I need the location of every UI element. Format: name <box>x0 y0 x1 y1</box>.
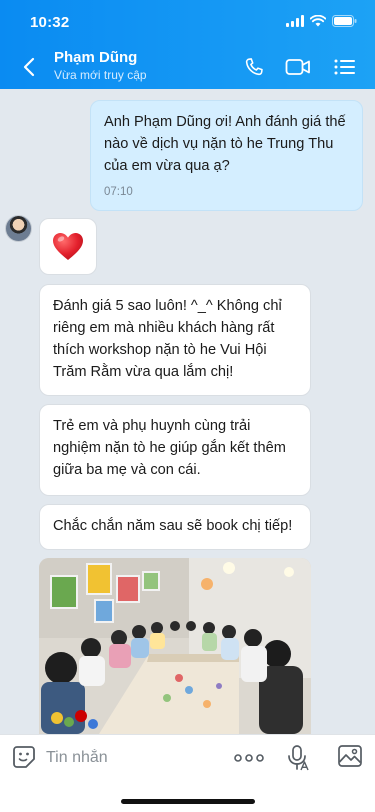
incoming-message[interactable]: Chắc chắn năm sau sẽ book chị tiếp! <box>39 504 311 550</box>
more-options-icon <box>234 754 264 762</box>
sticker-icon <box>13 746 35 768</box>
menu-button[interactable] <box>330 52 360 82</box>
contact-info[interactable]: Phạm Dũng Vừa mới truy cập <box>54 49 147 82</box>
heart-icon <box>53 233 83 260</box>
outgoing-message-text: Anh Phạm Dũng ơi! Anh đánh giá thế nào v… <box>104 114 346 174</box>
status-icons <box>286 15 357 27</box>
more-options-button[interactable] <box>233 746 265 770</box>
contact-status: Vừa mới truy cập <box>54 68 147 82</box>
message-composer <box>0 734 375 812</box>
image-gallery-button[interactable] <box>337 744 363 770</box>
back-arrow-icon <box>23 57 35 77</box>
video-call-button[interactable] <box>283 52 313 82</box>
wifi-icon <box>310 15 326 27</box>
incoming-message-text: Chắc chắn năm sau sẽ book chị tiếp! <box>53 518 293 534</box>
voice-record-icon <box>288 745 309 771</box>
image-gallery-icon <box>338 745 362 767</box>
incoming-message[interactable]: Đánh giá 5 sao luôn! ^_^ Không chỉ riêng… <box>39 284 311 396</box>
menu-list-icon <box>334 59 355 75</box>
voice-record-button[interactable] <box>286 744 310 772</box>
header-row: Phạm Dũng Vừa mới truy cập <box>0 44 375 89</box>
back-button[interactable] <box>14 53 44 81</box>
incoming-message-text: Trẻ em và phụ huynh cùng trải nghiệm nặn… <box>53 418 286 478</box>
contact-avatar[interactable] <box>5 215 32 242</box>
phone-icon <box>245 58 263 76</box>
status-bar: 10:32 <box>0 0 375 44</box>
video-call-icon <box>285 59 310 75</box>
call-button[interactable] <box>239 52 269 82</box>
photo-message[interactable] <box>39 558 311 734</box>
message-input[interactable] <box>46 745 216 771</box>
contact-name: Phạm Dũng <box>54 49 138 66</box>
status-time: 10:32 <box>30 14 70 31</box>
cellular-signal-icon <box>286 15 304 27</box>
home-indicator <box>121 799 255 804</box>
chat-header: 10:32 Phạm Dũng Vừa mới truy cập <box>0 0 375 89</box>
message-time: 07:10 <box>104 186 133 198</box>
incoming-message-text: Đánh giá 5 sao luôn! ^_^ Không chỉ riêng… <box>53 298 282 380</box>
battery-icon <box>332 15 357 27</box>
incoming-message[interactable]: Trẻ em và phụ huynh cùng trải nghiệm nặn… <box>39 404 311 496</box>
outgoing-message[interactable]: Anh Phạm Dũng ơi! Anh đánh giá thế nào v… <box>90 100 363 211</box>
workshop-photo <box>39 558 311 734</box>
sticker-button[interactable] <box>11 744 37 770</box>
heart-reaction-message[interactable] <box>39 218 97 275</box>
